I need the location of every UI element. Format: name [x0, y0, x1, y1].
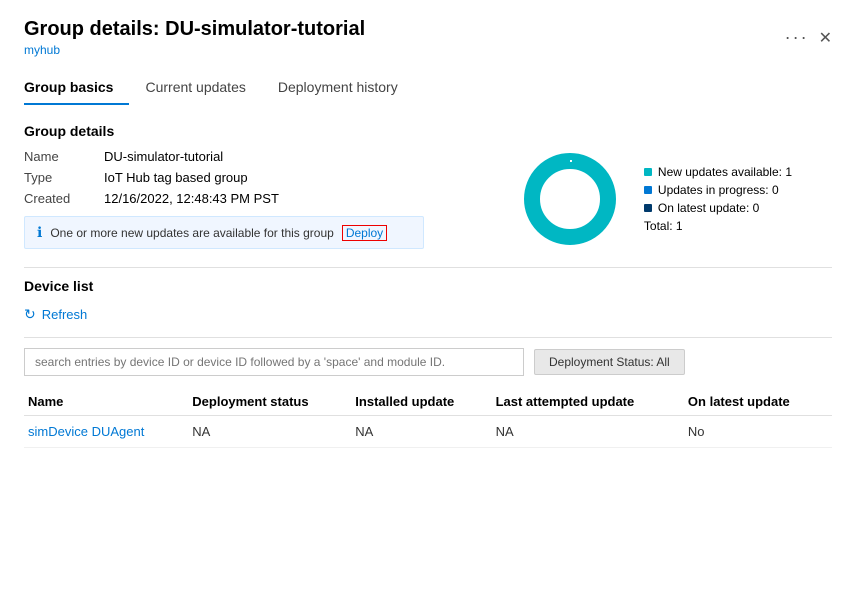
info-banner: ℹ One or more new updates are available … — [24, 216, 424, 249]
legend-item-latest: On latest update: 0 — [644, 201, 792, 215]
divider — [24, 267, 832, 268]
close-icon[interactable]: ✕ — [819, 28, 832, 48]
tab-deployment-history[interactable]: Deployment history — [278, 71, 414, 105]
legend-dot-new — [644, 168, 652, 176]
device-installed-update: NA — [355, 416, 495, 448]
tab-group-basics[interactable]: Group basics — [24, 71, 129, 105]
label-created: Created — [24, 191, 104, 206]
legend-item-total: Total: 1 — [644, 219, 792, 233]
table-row: simDevice DUAgent NA NA NA No — [24, 416, 832, 448]
deploy-link[interactable]: Deploy — [342, 225, 387, 241]
device-deployment-status: NA — [192, 416, 355, 448]
panel-title: Group details: DU-simulator-tutorial myh… — [24, 18, 365, 57]
divider-2 — [24, 337, 832, 338]
legend-dot-latest — [644, 204, 652, 212]
device-table: Name Deployment status Installed update … — [24, 388, 832, 448]
refresh-icon: ↻ — [24, 306, 36, 323]
col-header-installed-update: Installed update — [355, 388, 495, 416]
legend-item-progress: Updates in progress: 0 — [644, 183, 792, 197]
panel: Group details: DU-simulator-tutorial myh… — [0, 0, 856, 596]
panel-header: Group details: DU-simulator-tutorial myh… — [0, 0, 856, 105]
more-options-icon[interactable]: ··· — [785, 27, 809, 48]
refresh-label: Refresh — [42, 307, 88, 322]
detail-row-name: Name DU-simulator-tutorial — [24, 149, 520, 164]
device-list-title: Device list — [24, 278, 832, 294]
device-last-attempted: NA — [496, 416, 688, 448]
legend-dot-progress — [644, 186, 652, 194]
tabs: Group basics Current updates Deployment … — [24, 71, 832, 105]
subtitle-link[interactable]: myhub — [24, 43, 365, 57]
label-name: Name — [24, 149, 104, 164]
refresh-button[interactable]: ↻ Refresh — [24, 302, 87, 327]
legend-label-total: Total: 1 — [644, 219, 683, 233]
device-on-latest: No — [688, 416, 832, 448]
legend-item-new: New updates available: 1 — [644, 165, 792, 179]
value-type: IoT Hub tag based group — [104, 170, 248, 185]
device-name-link[interactable]: simDevice DUAgent — [24, 416, 192, 448]
col-header-on-latest: On latest update — [688, 388, 832, 416]
legend: New updates available: 1 Updates in prog… — [644, 165, 792, 233]
search-input[interactable] — [24, 348, 524, 376]
panel-body: Group details Name DU-simulator-tutorial… — [0, 105, 856, 596]
label-type: Type — [24, 170, 104, 185]
value-name: DU-simulator-tutorial — [104, 149, 223, 164]
value-created: 12/16/2022, 12:48:43 PM PST — [104, 191, 279, 206]
col-header-deployment-status: Deployment status — [192, 388, 355, 416]
col-header-last-attempted: Last attempted update — [496, 388, 688, 416]
legend-label-latest: On latest update: 0 — [658, 201, 759, 215]
legend-label-progress: Updates in progress: 0 — [658, 183, 779, 197]
detail-row-created: Created 12/16/2022, 12:48:43 PM PST — [24, 191, 520, 206]
search-filter-row: Deployment Status: All — [24, 348, 832, 376]
group-details-title: Group details — [24, 123, 832, 139]
table-header-row: Name Deployment status Installed update … — [24, 388, 832, 416]
panel-title-actions: ··· ✕ — [785, 27, 832, 48]
deployment-status-filter[interactable]: Deployment Status: All — [534, 349, 685, 375]
donut-chart — [520, 149, 620, 249]
group-details-right: New updates available: 1 Updates in prog… — [520, 149, 792, 249]
col-header-name: Name — [24, 388, 192, 416]
info-icon: ℹ — [37, 224, 42, 241]
tab-current-updates[interactable]: Current updates — [145, 71, 261, 105]
group-details-layout: Name DU-simulator-tutorial Type IoT Hub … — [24, 149, 832, 249]
detail-row-type: Type IoT Hub tag based group — [24, 170, 520, 185]
info-text: One or more new updates are available fo… — [50, 226, 334, 240]
group-details-left: Name DU-simulator-tutorial Type IoT Hub … — [24, 149, 520, 249]
legend-label-new: New updates available: 1 — [658, 165, 792, 179]
